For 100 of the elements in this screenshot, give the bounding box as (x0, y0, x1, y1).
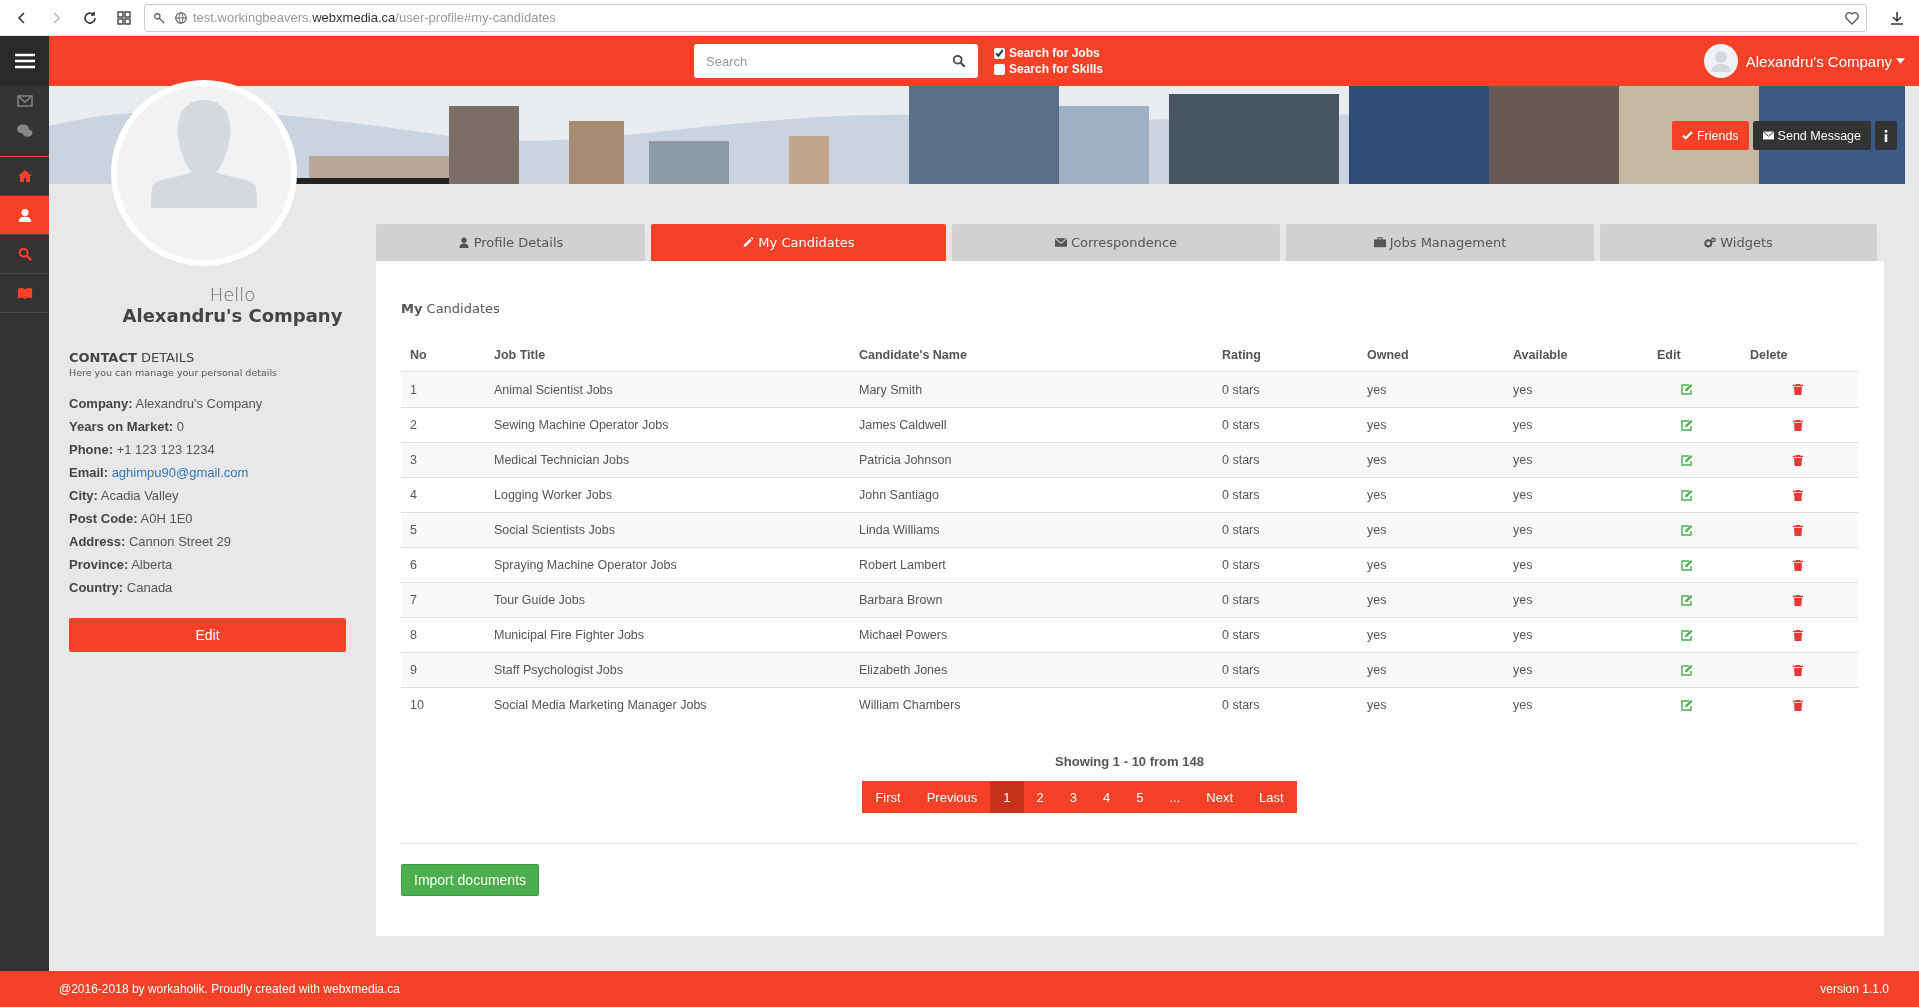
checkbox-label[interactable]: Search for Skills (1009, 62, 1104, 76)
table-cell-text: yes (1366, 558, 1388, 572)
delete-icon[interactable] (1793, 489, 1803, 501)
edit-icon[interactable] (1681, 699, 1693, 711)
delete-icon[interactable] (1793, 629, 1803, 641)
column-header: Rating (1221, 347, 1262, 362)
address-bar[interactable]: test.workingbeavers.webxmedia.ca/user-profile#my-candidates (144, 3, 1867, 32)
column-header: No (409, 347, 428, 362)
table-cell-text: Tour Guide Jobs (493, 593, 587, 607)
edit-icon[interactable] (1681, 559, 1693, 571)
detail-line: Phone: +1 123 123 1234 (69, 441, 216, 459)
company-name: Alexandru's Company (121, 305, 344, 326)
table-cell-text: 0 stars (1221, 663, 1261, 677)
table-cell-text: yes (1512, 663, 1534, 677)
checkbox[interactable] (994, 47, 1005, 59)
caret-icon[interactable] (1896, 58, 1905, 64)
table-cell-text: yes (1512, 628, 1534, 642)
table-cell-text: Mary Smith (858, 382, 924, 397)
search-icon[interactable] (952, 54, 966, 68)
table-cell-text: 8 (409, 628, 418, 642)
delete-icon[interactable] (1793, 454, 1803, 466)
info-icon (1884, 129, 1888, 142)
more-button[interactable] (1875, 121, 1897, 150)
checkbox[interactable] (994, 63, 1005, 75)
friends-button[interactable]: Friends (1671, 121, 1749, 150)
table-cell-text: Medical Technician Jobs (493, 453, 631, 467)
page-link[interactable]: ... (1156, 781, 1194, 813)
tab[interactable]: My Candidates (651, 224, 946, 261)
user-menu[interactable]: Alexandru's Company (1745, 52, 1892, 70)
page-link[interactable]: 1 (990, 781, 1024, 813)
edit-icon[interactable] (1681, 489, 1693, 501)
delete-icon[interactable] (1793, 559, 1803, 571)
table-cell-text: William Chambers (858, 698, 962, 712)
edit-icon[interactable] (1681, 524, 1693, 536)
version-text: version 1.1.0 (1820, 982, 1889, 996)
edit-icon[interactable] (1681, 419, 1693, 431)
edit-icon[interactable] (1681, 629, 1693, 641)
delete-icon[interactable] (1793, 419, 1803, 431)
edit-icon[interactable] (1681, 594, 1693, 606)
section-hint: Here you can manage your personal details (69, 367, 278, 378)
user-icon (457, 237, 470, 248)
email-link[interactable]: aghimpu90@gmail.com (111, 465, 249, 480)
tab[interactable]: Widgets (1600, 224, 1877, 261)
table-cell-text: Social Scientists Jobs (493, 523, 616, 537)
tab[interactable]: Jobs Management (1286, 224, 1594, 261)
menu-icon[interactable] (14, 53, 35, 69)
delete-icon[interactable] (1793, 699, 1803, 711)
table-cell-text: yes (1512, 698, 1534, 712)
delete-icon[interactable] (1793, 384, 1803, 395)
page-link[interactable]: 5 (1123, 781, 1157, 813)
envelope-icon (16, 94, 33, 108)
table-cell-text: 0 stars (1221, 558, 1261, 572)
sidebar-item[interactable] (0, 196, 49, 235)
table-cell-text: 10 (409, 698, 425, 712)
page-link[interactable]: First (862, 781, 914, 813)
table-cell-text: yes (1366, 593, 1388, 607)
table-cell-text: Municipal Fire Fighter Jobs (493, 628, 646, 642)
table-cell-text: yes (1512, 382, 1534, 397)
table-cell-text: 4 (409, 488, 418, 502)
import-documents-button[interactable]: Import documents (401, 864, 540, 896)
edit-icon[interactable] (1681, 384, 1693, 395)
column-header: Owned (1366, 347, 1410, 362)
search-field[interactable]: Search (694, 44, 978, 78)
table-cell-text: yes (1366, 663, 1388, 677)
table-cell-text: Michael Powers (858, 628, 949, 642)
send-message-button[interactable]: Send Message (1752, 121, 1871, 150)
table-cell-text: 0 stars (1221, 698, 1261, 712)
page-link[interactable]: 2 (1023, 781, 1057, 813)
delete-icon[interactable] (1793, 594, 1803, 606)
table-cell-text: yes (1366, 418, 1388, 432)
check-icon (1681, 131, 1693, 140)
table-cell-text: James Caldwell (858, 418, 948, 432)
page-link[interactable]: Previous (913, 781, 991, 813)
edit-icon[interactable] (1681, 664, 1693, 676)
tab[interactable]: Correspondence (952, 224, 1280, 261)
table-cell-text: yes (1366, 382, 1388, 397)
page-link[interactable]: 3 (1056, 781, 1090, 813)
table-cell-text: 0 stars (1221, 628, 1261, 642)
detail-line: Country: Canada (69, 579, 174, 597)
page-link[interactable]: Next (1193, 781, 1246, 813)
panel-title: My Candidates (401, 301, 501, 316)
table-cell-text: yes (1366, 523, 1388, 537)
page-link[interactable]: 4 (1089, 781, 1124, 813)
avatar-icon[interactable] (1703, 44, 1738, 78)
table-cell-text: Social Media Marketing Manager Jobs (493, 698, 708, 712)
heart-icon[interactable] (1844, 9, 1860, 26)
edit-icon[interactable] (1681, 454, 1693, 466)
checkbox-label[interactable]: Search for Jobs (1009, 46, 1100, 60)
detail-line: Address: Cannon Street 29 (69, 533, 232, 551)
table-cell-text: yes (1366, 698, 1388, 712)
edit-button[interactable]: Edit (69, 618, 346, 652)
delete-icon[interactable] (1793, 524, 1803, 536)
page-link[interactable]: Last (1246, 781, 1297, 813)
detail-line: Years on Market: 0 (69, 418, 185, 436)
detail-line: Province: Alberta (69, 556, 174, 574)
url-text: test.workingbeavers.webxmedia.ca/user-profile#my-candidates (193, 10, 557, 25)
column-header: Job Title (493, 347, 547, 362)
pencil-icon (742, 237, 755, 248)
delete-icon[interactable] (1793, 664, 1803, 676)
tab[interactable]: Profile Details (376, 224, 645, 261)
